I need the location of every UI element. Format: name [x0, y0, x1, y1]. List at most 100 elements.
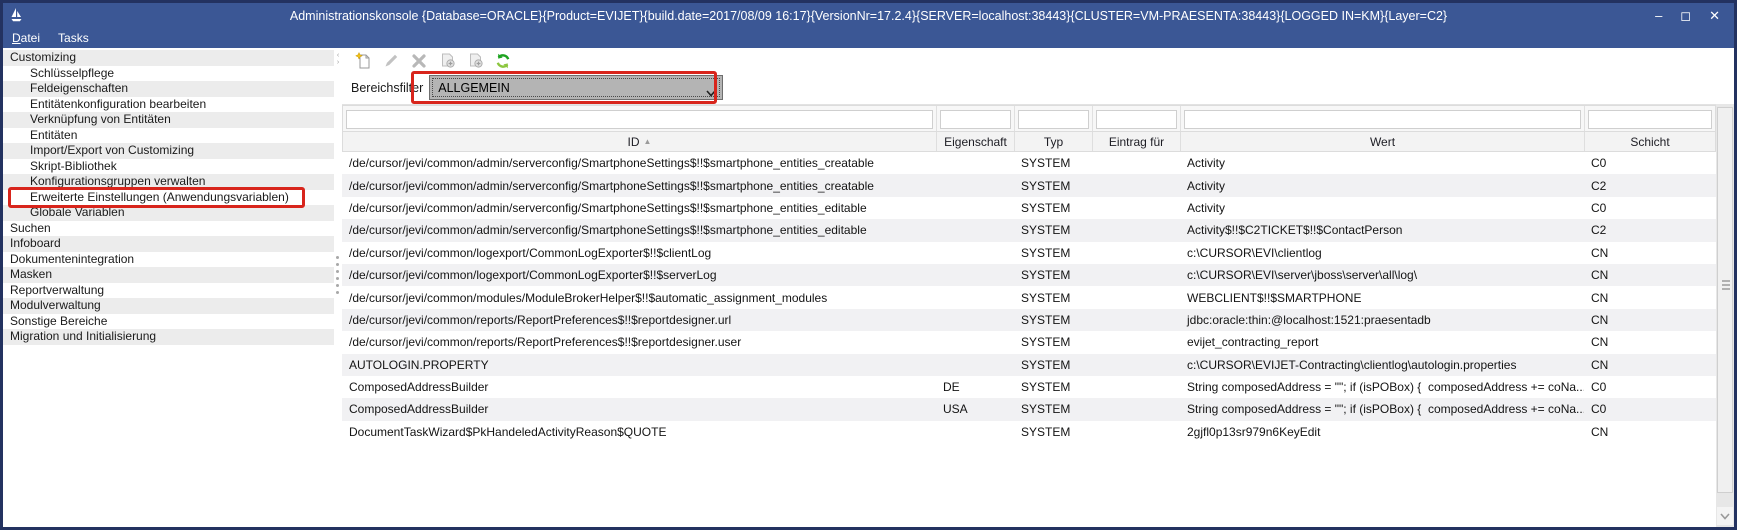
- sidebar-item[interactable]: Schlüsselpflege: [3, 66, 334, 82]
- scrollbar-thumb[interactable]: [1717, 107, 1733, 493]
- settings-table-wrap: ID▲EigenschaftTypEintrag fürWertSchicht …: [342, 104, 1734, 527]
- bereichsfilter-dropdown[interactable]: ALLGEMEIN: [429, 75, 723, 100]
- cell-schicht: C2: [1584, 219, 1716, 241]
- column-filter-input[interactable]: [1184, 110, 1581, 129]
- cell-wert: c:\CURSOR\EVIJET-Contracting\clientlog\a…: [1180, 354, 1584, 376]
- table-row[interactable]: DocumentTaskWizard$PkHandeledActivityRea…: [342, 421, 1716, 443]
- table-row[interactable]: /de/cursor/jevi/common/logexport/CommonL…: [342, 242, 1716, 264]
- sidebar-item[interactable]: Import/Export von Customizing: [3, 143, 334, 159]
- column-header-id[interactable]: ID▲: [343, 132, 937, 151]
- sidebar-item[interactable]: Konfigurationsgruppen verwalten: [3, 174, 334, 190]
- sidebar-item[interactable]: Customizing: [3, 50, 334, 66]
- sidebar-item[interactable]: Feldeigenschaften: [3, 81, 334, 97]
- cell-eintrag-fuer: [1092, 309, 1180, 331]
- sidebar-item[interactable]: Migration und Initialisierung: [3, 329, 334, 345]
- cell-id: /de/cursor/jevi/common/logexport/CommonL…: [342, 264, 936, 286]
- table-row[interactable]: /de/cursor/jevi/common/admin/serverconfi…: [342, 219, 1716, 241]
- cell-id: DocumentTaskWizard$PkHandeledActivityRea…: [342, 421, 936, 443]
- cell-eintrag-fuer: [1092, 421, 1180, 443]
- sidebar-item[interactable]: Globale Variablen: [3, 205, 334, 221]
- table-row[interactable]: /de/cursor/jevi/common/admin/serverconfi…: [342, 174, 1716, 196]
- table-row[interactable]: ComposedAddressBuilderDESYSTEMString com…: [342, 376, 1716, 398]
- cell-eintrag-fuer: [1092, 197, 1180, 219]
- cell-eintrag-fuer: [1092, 264, 1180, 286]
- copy-add-icon-2: [466, 52, 484, 70]
- sidebar-tree: CustomizingSchlüsselpflegeFeldeigenschaf…: [3, 50, 334, 527]
- cell-eigenschaft: USA: [936, 398, 1014, 420]
- sidebar-item[interactable]: Sonstige Bereiche: [3, 314, 334, 330]
- table-row[interactable]: AUTOLOGIN.PROPERTYSYSTEMc:\CURSOR\EVIJET…: [342, 354, 1716, 376]
- column-header-eintrag-f-r[interactable]: Eintrag für: [1093, 132, 1181, 151]
- table-row[interactable]: /de/cursor/jevi/common/logexport/CommonL…: [342, 264, 1716, 286]
- cell-eintrag-fuer: [1092, 398, 1180, 420]
- cell-id: /de/cursor/jevi/common/admin/serverconfi…: [342, 219, 936, 241]
- column-filter-input[interactable]: [940, 110, 1011, 129]
- cell-wert: 2gjfl0p13sr979n6KeyEdit: [1180, 421, 1584, 443]
- cell-eigenschaft: [936, 421, 1014, 443]
- splitter-collapse-icon[interactable]: ‹›: [334, 52, 342, 66]
- column-header-typ[interactable]: Typ: [1015, 132, 1093, 151]
- column-header-schicht[interactable]: Schicht: [1585, 132, 1715, 151]
- maximize-button[interactable]: ◻: [1680, 9, 1691, 22]
- sidebar-splitter[interactable]: ‹›: [334, 50, 342, 527]
- sidebar-item[interactable]: Reportverwaltung: [3, 283, 334, 299]
- column-filter-row: [342, 105, 1716, 131]
- table-row[interactable]: /de/cursor/jevi/common/reports/ReportPre…: [342, 331, 1716, 353]
- sidebar-item[interactable]: Skript-Bibliothek: [3, 159, 334, 175]
- sidebar-item[interactable]: Dokumentenintegration: [3, 252, 334, 268]
- cell-typ: SYSTEM: [1014, 219, 1092, 241]
- table-row[interactable]: /de/cursor/jevi/common/admin/serverconfi…: [342, 152, 1716, 174]
- app-window: Administrationskonsole {Database=ORACLE}…: [0, 0, 1737, 530]
- menu-item-tasks[interactable]: Tasks: [58, 31, 89, 45]
- sidebar-item[interactable]: Entitätenkonfiguration bearbeiten: [3, 97, 334, 113]
- table-row[interactable]: /de/cursor/jevi/common/modules/ModuleBro…: [342, 286, 1716, 308]
- cell-eigenschaft: DE: [936, 376, 1014, 398]
- sidebar-item[interactable]: Infoboard: [3, 236, 334, 252]
- bereichsfilter-label: Bereichsfilter: [351, 81, 423, 95]
- cell-typ: SYSTEM: [1014, 309, 1092, 331]
- cell-id: /de/cursor/jevi/common/logexport/CommonL…: [342, 242, 936, 264]
- cell-id: ComposedAddressBuilder: [342, 376, 936, 398]
- column-header-wert[interactable]: Wert: [1181, 132, 1585, 151]
- close-button[interactable]: ✕: [1709, 9, 1720, 22]
- cell-eigenschaft: [936, 309, 1014, 331]
- cell-wert: jdbc:oracle:thin:@localhost:1521:praesen…: [1180, 309, 1584, 331]
- cell-id: /de/cursor/jevi/common/admin/serverconfi…: [342, 174, 936, 196]
- sidebar-item[interactable]: Modulverwaltung: [3, 298, 334, 314]
- cell-typ: SYSTEM: [1014, 331, 1092, 353]
- cell-wert: Activity: [1180, 197, 1584, 219]
- scroll-down-button[interactable]: [1717, 507, 1733, 525]
- column-filter-cell: [937, 106, 1015, 131]
- cell-schicht: CN: [1584, 331, 1716, 353]
- cell-schicht: CN: [1584, 309, 1716, 331]
- column-header-eigenschaft[interactable]: Eigenschaft: [937, 132, 1015, 151]
- table-row[interactable]: /de/cursor/jevi/common/reports/ReportPre…: [342, 309, 1716, 331]
- cell-schicht: CN: [1584, 264, 1716, 286]
- cell-schicht: CN: [1584, 354, 1716, 376]
- sidebar-item[interactable]: Masken: [3, 267, 334, 283]
- minimize-button[interactable]: –: [1655, 9, 1662, 22]
- column-filter-input[interactable]: [1588, 110, 1712, 129]
- column-filter-input[interactable]: [346, 110, 933, 129]
- sidebar-item[interactable]: Suchen: [3, 221, 334, 237]
- title-bar: Administrationskonsole {Database=ORACLE}…: [3, 3, 1734, 28]
- refresh-icon[interactable]: [494, 52, 512, 70]
- column-filter-input[interactable]: [1096, 110, 1177, 129]
- cell-typ: SYSTEM: [1014, 152, 1092, 174]
- column-filter-input[interactable]: [1018, 110, 1089, 129]
- menu-item-datei[interactable]: Datei: [12, 31, 40, 45]
- new-entry-icon[interactable]: [354, 52, 372, 70]
- cell-typ: SYSTEM: [1014, 264, 1092, 286]
- table-row[interactable]: ComposedAddressBuilderUSASYSTEMString co…: [342, 398, 1716, 420]
- cell-id: /de/cursor/jevi/common/admin/serverconfi…: [342, 152, 936, 174]
- vertical-scrollbar[interactable]: [1716, 104, 1734, 527]
- sidebar-item[interactable]: Verknüpfung von Entitäten: [3, 112, 334, 128]
- toolbar: [342, 50, 1734, 71]
- window-title: Administrationskonsole {Database=ORACLE}…: [3, 9, 1734, 23]
- sidebar-item[interactable]: Entitäten: [3, 128, 334, 144]
- bereichsfilter-value: ALLGEMEIN: [438, 81, 510, 95]
- sidebar-item[interactable]: Erweiterte Einstellungen (Anwendungsvari…: [3, 190, 334, 206]
- cell-wert: String composedAddress = ""; if (isPOBox…: [1180, 376, 1584, 398]
- cell-wert: String composedAddress = ""; if (isPOBox…: [1180, 398, 1584, 420]
- table-row[interactable]: /de/cursor/jevi/common/admin/serverconfi…: [342, 197, 1716, 219]
